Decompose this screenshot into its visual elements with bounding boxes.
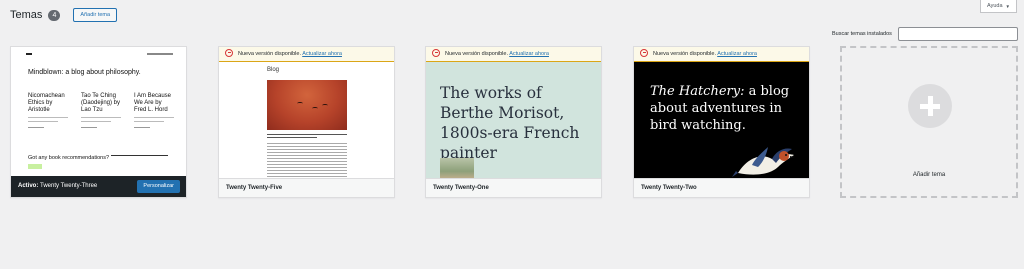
update-warning-icon — [432, 48, 440, 57]
add-theme-button[interactable]: Añadir tema — [73, 8, 118, 22]
preview-hero-text: The Hatchery: a blog about adventures in… — [650, 84, 790, 133]
theme-card-twenty-twenty-three[interactable]: Mindblown: a blog about philosophy. Nico… — [10, 46, 187, 198]
theme-name: Twenty Twenty-Five — [219, 178, 394, 197]
preview-post: Nicomachean Ethics by Aristotle — [28, 93, 68, 128]
plus-icon — [908, 84, 952, 128]
theme-screenshot[interactable]: The works of Berthe Morisot, 1800s-era F… — [426, 47, 601, 179]
add-new-theme-card[interactable]: Añadir tema — [840, 46, 1018, 198]
preview-post: I Am Because We Are by Fred L. Hord — [134, 93, 174, 128]
update-now-link[interactable]: Actualizar ahora — [509, 51, 549, 57]
bird-illustration — [732, 147, 795, 177]
theme-name: Twenty Twenty-Two — [634, 178, 809, 197]
customize-button[interactable]: Personalizar — [137, 180, 180, 193]
theme-screenshot[interactable]: Mindblown: a blog about philosophy. Nico… — [11, 47, 186, 179]
update-notice: Nueva versión disponible. Actualizar aho… — [219, 47, 394, 62]
preview-hero-text: The works of Berthe Morisot, 1800s-era F… — [440, 84, 580, 162]
add-new-theme-label: Añadir tema — [912, 172, 946, 178]
preview-image — [267, 80, 347, 130]
theme-name: Twenty Twenty-Three — [40, 183, 98, 189]
theme-name: Twenty Twenty-One — [426, 178, 601, 197]
active-label: Activo: — [18, 183, 39, 189]
chevron-down-icon: ▼ — [1005, 3, 1010, 9]
theme-screenshot[interactable]: Blog — [219, 47, 394, 179]
theme-screenshot[interactable]: The Hatchery: a blog about adventures in… — [634, 47, 809, 179]
update-warning-icon — [640, 48, 648, 57]
update-now-link[interactable]: Actualizar ahora — [302, 51, 342, 57]
theme-card-twenty-twenty-two[interactable]: Nueva versión disponible. Actualizar aho… — [633, 46, 810, 198]
theme-card-twenty-twenty-five[interactable]: Nueva versión disponible. Actualizar aho… — [218, 46, 395, 198]
update-warning-icon — [225, 48, 233, 57]
page-title: Temas — [10, 9, 43, 21]
preview-heading: Blog — [267, 67, 280, 73]
theme-count-badge: 4 — [48, 9, 61, 21]
help-tab[interactable]: Ayuda ▼ — [980, 0, 1017, 13]
theme-card-twenty-twenty-one[interactable]: Nueva versión disponible. Actualizar aho… — [425, 46, 602, 198]
update-notice: Nueva versión disponible. Actualizar aho… — [426, 47, 601, 62]
search-label: Buscar temas instalados — [832, 31, 892, 37]
preview-image — [440, 158, 474, 179]
page-header: Temas 4 Añadir tema — [10, 8, 118, 22]
preview-footer-prompt: Got any book recommendations? — [28, 155, 110, 161]
help-label: Ayuda — [987, 3, 1003, 9]
search-input[interactable] — [898, 27, 1018, 41]
update-notice: Nueva versión disponible. Actualizar aho… — [634, 47, 809, 62]
preview-tagline: Mindblown: a blog about philosophy. — [28, 69, 141, 76]
theme-name-bar: Activo: Twenty Twenty-Three Personalizar — [11, 176, 186, 197]
preview-post: Tao Te Ching (Daodejing) by Lao Tzu — [81, 93, 121, 128]
update-now-link[interactable]: Actualizar ahora — [717, 51, 757, 57]
